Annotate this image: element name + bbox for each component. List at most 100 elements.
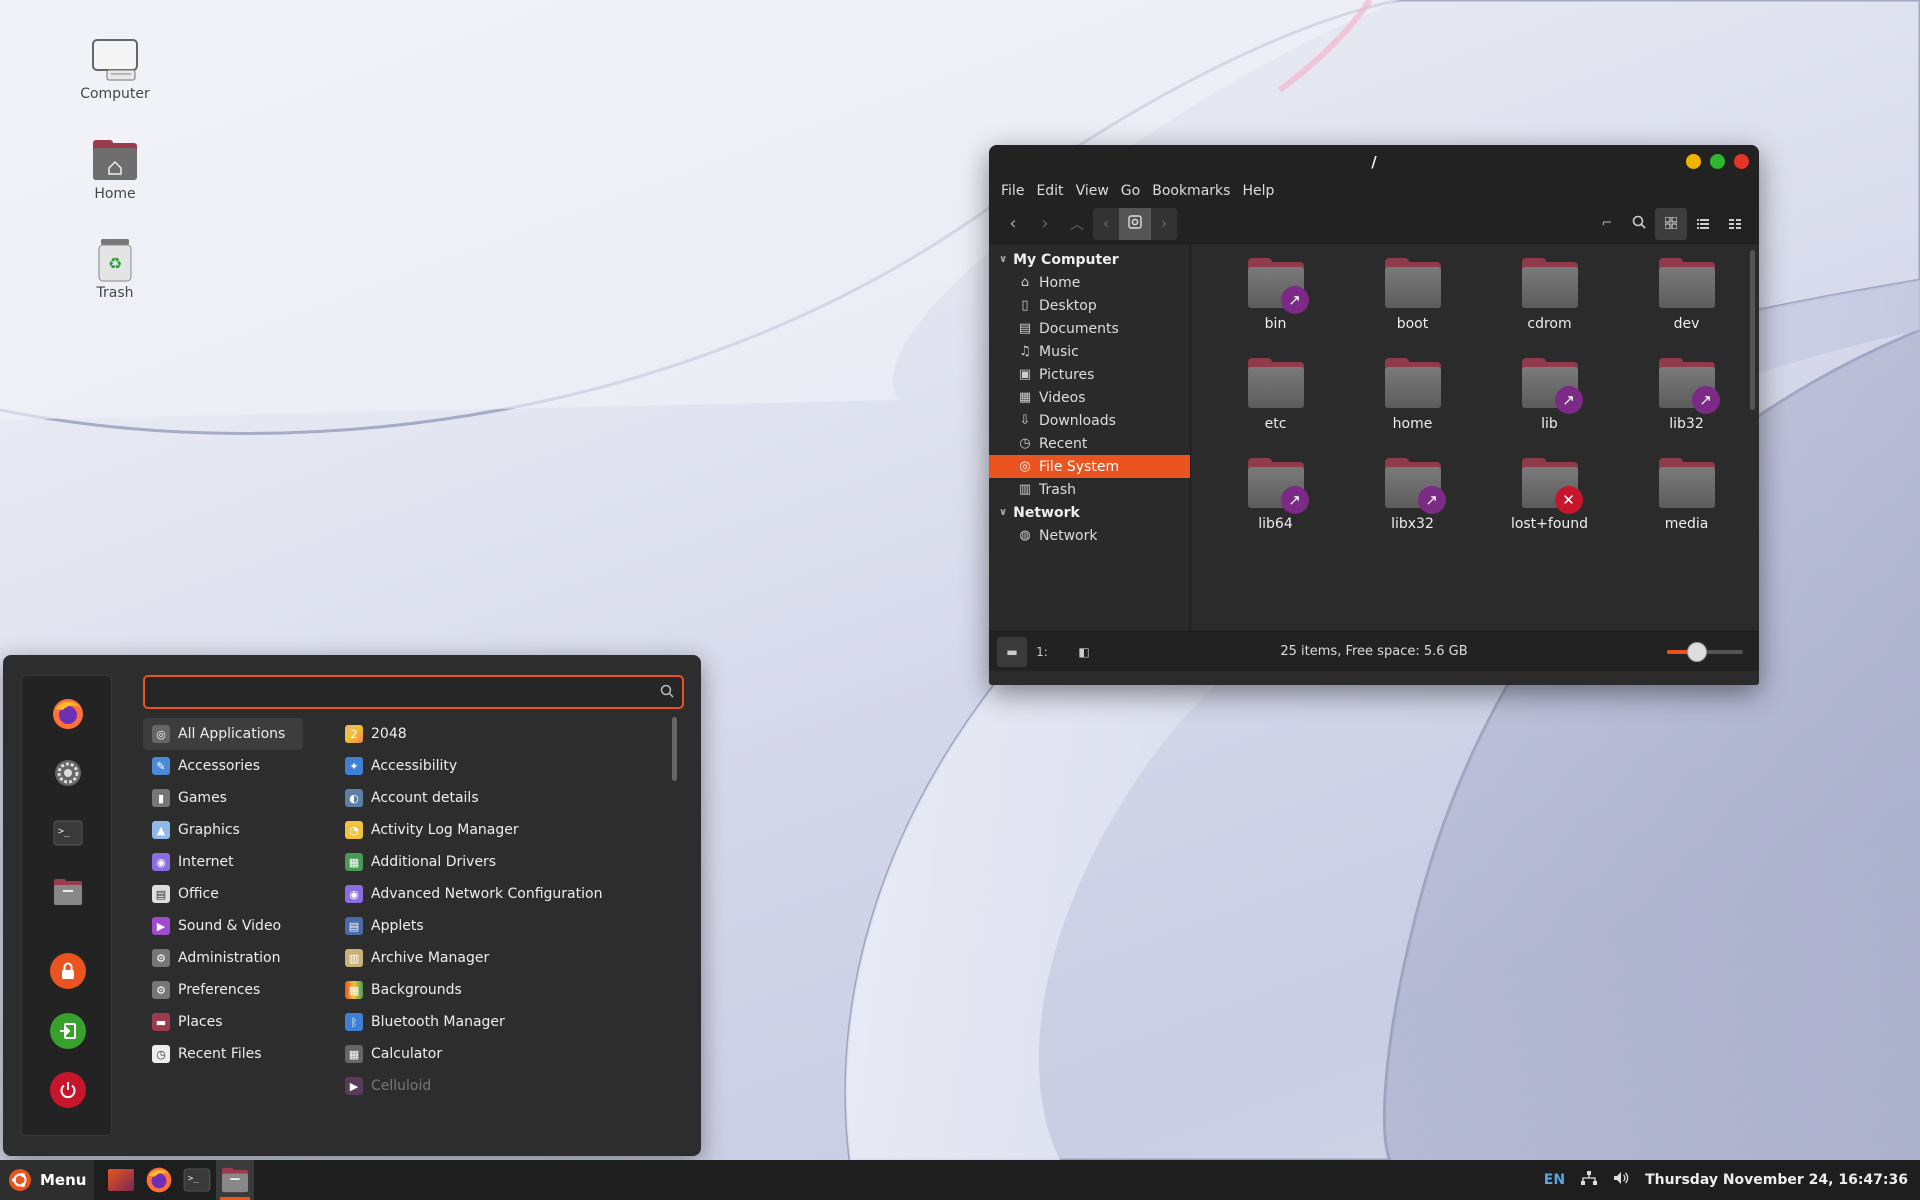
taskbar-file-manager[interactable] <box>216 1160 255 1200</box>
fav-shutdown[interactable] <box>50 1072 86 1108</box>
sidebar-item-documents[interactable]: ▤ Documents <box>989 317 1190 340</box>
window-titlebar[interactable]: / <box>989 145 1759 178</box>
app-item[interactable]: ✦ Accessibility <box>345 750 675 782</box>
file-item[interactable]: dev <box>1618 258 1755 332</box>
menu-help[interactable]: Help <box>1242 183 1274 199</box>
list-view-button[interactable] <box>1687 208 1719 240</box>
forward-button[interactable]: › <box>1029 208 1061 240</box>
breadcrumb-root[interactable] <box>1119 207 1151 240</box>
zoom-slider-handle[interactable] <box>1687 642 1708 662</box>
sidebar-section-network[interactable]: ∨ Network <box>989 501 1190 524</box>
category-item[interactable]: ▶ Sound & Video <box>143 910 303 942</box>
file-item[interactable]: ↗ lib64 <box>1207 458 1344 532</box>
file-item[interactable]: etc <box>1207 358 1344 432</box>
menu-edit[interactable]: Edit <box>1036 183 1063 199</box>
volume-icon[interactable] <box>1613 1171 1629 1189</box>
minimize-button[interactable] <box>1686 154 1701 169</box>
file-view[interactable]: ↗ bin boot cdrom dev etc home ↗ lib ↗ lib32 ↗ lib64 ↗… <box>1191 244 1759 631</box>
file-item[interactable]: boot <box>1344 258 1481 332</box>
sidebar-item-pictures[interactable]: ▣ Pictures <box>989 363 1190 386</box>
app-item[interactable]: ▦ Additional Drivers <box>345 846 675 878</box>
desktop-icon-trash[interactable]: ♻ Trash <box>60 237 170 301</box>
desktop-icon-home[interactable]: Home <box>60 138 170 202</box>
lock-icon <box>62 962 74 979</box>
sidebar-item-downloads[interactable]: ⇩ Downloads <box>989 409 1190 432</box>
app-item[interactable]: ◉ Advanced Network Configuration <box>345 878 675 910</box>
category-item[interactable]: ▬ Places <box>143 1006 303 1038</box>
app-item[interactable]: ▥ Archive Manager <box>345 942 675 974</box>
sidebar-item-desktop[interactable]: ▯ Desktop <box>989 294 1190 317</box>
category-item[interactable]: ◉ Internet <box>143 846 303 878</box>
fav-terminal[interactable]: >_ <box>50 815 86 851</box>
sidebar-item-file-system[interactable]: ◎ File System <box>989 455 1190 478</box>
location-toggle-button[interactable]: ⌐ <box>1591 208 1623 240</box>
app-list-scrollbar[interactable] <box>672 717 677 781</box>
fav-firefox[interactable] <box>50 696 86 732</box>
network-icon[interactable] <box>1581 1171 1598 1189</box>
taskbar-firefox[interactable] <box>140 1160 178 1200</box>
file-item[interactable]: cdrom <box>1481 258 1618 332</box>
app-item[interactable]: ◐ Account details <box>345 782 675 814</box>
app-item[interactable]: ▤ Applets <box>345 910 675 942</box>
app-item[interactable]: ▦ Calculator <box>345 1038 675 1070</box>
menu-file[interactable]: File <box>1001 183 1024 199</box>
fav-settings[interactable] <box>50 755 86 791</box>
fav-lock-screen[interactable] <box>50 953 86 989</box>
category-item[interactable]: ▲ Graphics <box>143 814 303 846</box>
search-input[interactable] <box>145 677 682 707</box>
scrollbar[interactable] <box>1750 250 1755 410</box>
fav-logout[interactable] <box>50 1013 86 1049</box>
clock[interactable]: Thursday November 24, 16:47:36 <box>1645 1172 1908 1188</box>
sidebar-item-home[interactable]: ⌂ Home <box>989 271 1190 294</box>
show-treeview-button[interactable]: 1: <box>1027 637 1057 667</box>
breadcrumb-left-button[interactable]: ‹ <box>1093 207 1119 240</box>
icon-view-button[interactable] <box>1655 207 1687 240</box>
category-item[interactable]: ◎ All Applications <box>143 718 303 750</box>
sidebar-item-network[interactable]: ◍ Network <box>989 524 1190 547</box>
graphics-icon: ▲ <box>152 821 170 839</box>
app-item[interactable]: ᛒ Bluetooth Manager <box>345 1006 675 1038</box>
menu-go[interactable]: Go <box>1121 183 1140 199</box>
sidebar-item-trash[interactable]: ▥ Trash <box>989 478 1190 501</box>
toggle-sidebar-button[interactable]: ◧ <box>1069 637 1099 667</box>
file-item[interactable]: media <box>1618 458 1755 532</box>
app-item[interactable]: ▦ Backgrounds <box>345 974 675 1006</box>
category-item[interactable]: ▮ Games <box>143 782 303 814</box>
fav-files[interactable] <box>50 874 86 910</box>
app-item[interactable]: ▶ Celluloid <box>345 1070 675 1102</box>
file-item[interactable]: ↗ libx32 <box>1344 458 1481 532</box>
close-button[interactable] <box>1734 154 1749 169</box>
show-places-button[interactable]: ▬ <box>997 636 1027 667</box>
maximize-button[interactable] <box>1710 154 1725 169</box>
sidebar-item-videos[interactable]: ▦ Videos <box>989 386 1190 409</box>
menu-view[interactable]: View <box>1076 183 1109 199</box>
tree-icon: 1: <box>1036 644 1048 659</box>
breadcrumb-right-button[interactable]: › <box>1151 207 1177 240</box>
taskbar-show-desktop[interactable] <box>102 1160 140 1200</box>
taskbar-terminal[interactable]: >_ <box>178 1160 216 1200</box>
sidebar-section-my-computer[interactable]: ∨ My Computer <box>989 248 1190 271</box>
category-item[interactable]: ✎ Accessories <box>143 750 303 782</box>
menu-bookmarks[interactable]: Bookmarks <box>1152 183 1230 199</box>
desktop-icon-computer[interactable]: Computer <box>60 38 170 102</box>
sidebar-item-music[interactable]: ♫ Music <box>989 340 1190 363</box>
category-item[interactable]: ◷ Recent Files <box>143 1038 303 1070</box>
file-item[interactable]: ↗ lib32 <box>1618 358 1755 432</box>
up-button[interactable]: ︿ <box>1061 208 1093 240</box>
back-button[interactable]: ‹ <box>997 208 1029 240</box>
search-button[interactable] <box>1623 208 1655 240</box>
file-item[interactable]: ↗ lib <box>1481 358 1618 432</box>
category-item[interactable]: ⚙ Preferences <box>143 974 303 1006</box>
zoom-slider[interactable] <box>1667 642 1743 662</box>
file-item[interactable]: home <box>1344 358 1481 432</box>
menu-button[interactable]: Menu <box>0 1160 95 1200</box>
category-item[interactable]: ▤ Office <box>143 878 303 910</box>
file-item[interactable]: ↗ bin <box>1207 258 1344 332</box>
app-item[interactable]: ◔ Activity Log Manager <box>345 814 675 846</box>
keyboard-layout-indicator[interactable]: EN <box>1544 1172 1565 1188</box>
category-item[interactable]: ⚙ Administration <box>143 942 303 974</box>
app-item[interactable]: 2 2048 <box>345 718 675 750</box>
sidebar-item-recent[interactable]: ◷ Recent <box>989 432 1190 455</box>
compact-view-button[interactable] <box>1719 208 1751 240</box>
file-item[interactable]: ✕ lost+found <box>1481 458 1618 532</box>
